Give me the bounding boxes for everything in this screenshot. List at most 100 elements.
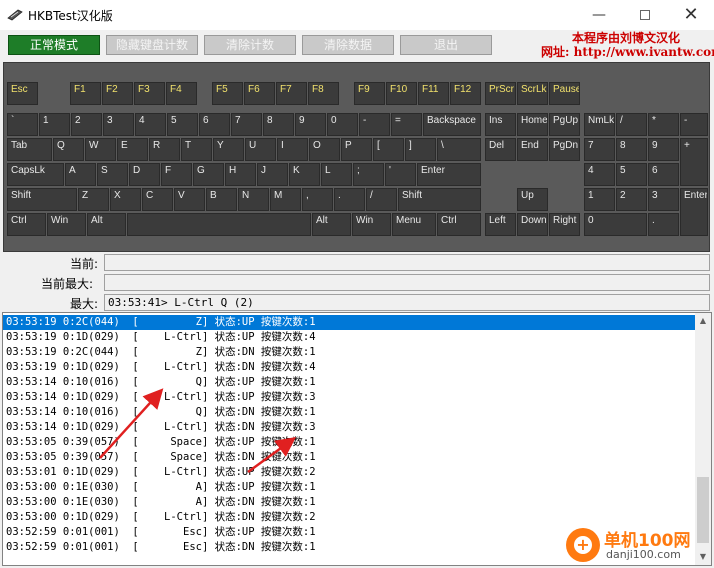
key-f2[interactable]: F2 <box>102 82 133 105</box>
key-8[interactable]: 8 <box>263 113 294 136</box>
key-g[interactable]: G <box>193 163 224 186</box>
log-row[interactable]: 03:53:14 0:1D(029) [ L-Ctrl] 状态:DN 按键次数:… <box>3 420 697 435</box>
key-f11[interactable]: F11 <box>418 82 449 105</box>
log-row[interactable]: 03:53:01 0:1D(029) [ L-Ctrl] 状态:UP 按键次数:… <box>3 465 697 480</box>
key-lctrl[interactable]: Ctrl <box>7 213 46 236</box>
key-lalt[interactable]: Alt <box>87 213 126 236</box>
key-enter[interactable]: Enter <box>417 163 481 186</box>
log-row[interactable]: 03:53:19 0:2C(044) [ Z] 状态:DN 按键次数:1 <box>3 345 697 360</box>
key-f[interactable]: F <box>161 163 192 186</box>
minimize-button[interactable]: — <box>576 0 622 30</box>
key-f12[interactable]: F12 <box>450 82 481 105</box>
key-num-enter[interactable]: Enter <box>680 188 708 236</box>
key-k[interactable]: K <box>289 163 320 186</box>
key-4[interactable]: 4 <box>135 113 166 136</box>
key-f9[interactable]: F9 <box>354 82 385 105</box>
key-a[interactable]: A <box>65 163 96 186</box>
key-minus[interactable]: - <box>359 113 390 136</box>
close-button[interactable]: ✕ <box>668 0 714 30</box>
key-equals[interactable]: = <box>391 113 422 136</box>
key-b[interactable]: B <box>206 188 237 211</box>
log-row[interactable]: 03:53:00 0:1E(030) [ A] 状态:DN 按键次数:1 <box>3 495 697 510</box>
key-f10[interactable]: F10 <box>386 82 417 105</box>
log-row[interactable]: 03:53:14 0:1D(029) [ L-Ctrl] 状态:UP 按键次数:… <box>3 390 697 405</box>
key-lwin[interactable]: Win <box>47 213 86 236</box>
mode-normal-button[interactable]: 正常模式 <box>8 35 100 55</box>
key-period[interactable]: . <box>334 188 365 211</box>
key-ins[interactable]: Ins <box>485 113 516 136</box>
key-c[interactable]: C <box>142 188 173 211</box>
key-num6[interactable]: 6 <box>648 163 679 186</box>
key-z[interactable]: Z <box>78 188 109 211</box>
log-row[interactable]: 03:53:19 0:2C(044) [ Z] 状态:UP 按键次数:1 <box>3 315 697 330</box>
key-lbracket[interactable]: [ <box>373 138 404 161</box>
log-row[interactable]: 03:53:00 0:1D(029) [ L-Ctrl] 状态:DN 按键次数:… <box>3 510 697 525</box>
key-f8[interactable]: F8 <box>308 82 339 105</box>
key-m[interactable]: M <box>270 188 301 211</box>
key-5[interactable]: 5 <box>167 113 198 136</box>
key-num2[interactable]: 2 <box>616 188 647 211</box>
key-rbracket[interactable]: ] <box>405 138 436 161</box>
key-del[interactable]: Del <box>485 138 516 161</box>
key-num-mul[interactable]: * <box>648 113 679 136</box>
key-up[interactable]: Up <box>517 188 548 211</box>
key-num9[interactable]: 9 <box>648 138 679 161</box>
key-left[interactable]: Left <box>485 213 516 236</box>
key-capslk[interactable]: CapsLk <box>7 163 64 186</box>
key-7[interactable]: 7 <box>231 113 262 136</box>
key-l[interactable]: L <box>321 163 352 186</box>
key-i[interactable]: I <box>277 138 308 161</box>
clear-data-button[interactable]: 清除数据 <box>302 35 394 55</box>
clear-count-button[interactable]: 清除计数 <box>204 35 296 55</box>
key-6[interactable]: 6 <box>199 113 230 136</box>
maximize-button[interactable] <box>622 0 668 30</box>
key-e[interactable]: E <box>117 138 148 161</box>
exit-button[interactable]: 退出 <box>400 35 492 55</box>
key-d[interactable]: D <box>129 163 160 186</box>
key-f7[interactable]: F7 <box>276 82 307 105</box>
key-f4[interactable]: F4 <box>166 82 197 105</box>
key-rctrl[interactable]: Ctrl <box>437 213 481 236</box>
scroll-up-icon[interactable]: ▲ <box>695 313 711 329</box>
key-pgup[interactable]: PgUp <box>549 113 580 136</box>
key-f5[interactable]: F5 <box>212 82 243 105</box>
key-w[interactable]: W <box>85 138 116 161</box>
log-row[interactable]: 03:53:00 0:1E(030) [ A] 状态:UP 按键次数:1 <box>3 480 697 495</box>
key-comma[interactable]: , <box>302 188 333 211</box>
key-num3[interactable]: 3 <box>648 188 679 211</box>
key-end[interactable]: End <box>517 138 548 161</box>
key-num5[interactable]: 5 <box>616 163 647 186</box>
key-numlk[interactable]: NmLk <box>584 113 615 136</box>
log-row[interactable]: 03:53:05 0:39(057) [ Space] 状态:UP 按键次数:1 <box>3 435 697 450</box>
mode-hide-count-button[interactable]: 隐藏键盘计数 <box>106 35 198 55</box>
key-esc[interactable]: Esc <box>7 82 38 105</box>
key-x[interactable]: X <box>110 188 141 211</box>
key-num-sub[interactable]: - <box>680 113 708 136</box>
log-row[interactable]: 03:53:05 0:39(057) [ Space] 状态:DN 按键次数:1 <box>3 450 697 465</box>
key-lshift[interactable]: Shift <box>7 188 77 211</box>
key-prscr[interactable]: PrScr <box>485 82 516 105</box>
key-num-div[interactable]: / <box>616 113 647 136</box>
key-num0[interactable]: 0 <box>584 213 647 236</box>
log-row[interactable]: 03:53:19 0:1D(029) [ L-Ctrl] 状态:DN 按键次数:… <box>3 360 697 375</box>
key-2[interactable]: 2 <box>71 113 102 136</box>
log-row[interactable]: 03:53:14 0:10(016) [ Q] 状态:DN 按键次数:1 <box>3 405 697 420</box>
key-rshift[interactable]: Shift <box>398 188 481 211</box>
key-q[interactable]: Q <box>53 138 84 161</box>
key-h[interactable]: H <box>225 163 256 186</box>
key-f3[interactable]: F3 <box>134 82 165 105</box>
key-r[interactable]: R <box>149 138 180 161</box>
key-num7[interactable]: 7 <box>584 138 615 161</box>
key-num-dot[interactable]: . <box>648 213 679 236</box>
key-slash[interactable]: / <box>366 188 397 211</box>
key-9[interactable]: 9 <box>295 113 326 136</box>
key-j[interactable]: J <box>257 163 288 186</box>
key-pause[interactable]: Pause <box>549 82 580 105</box>
key-1[interactable]: 1 <box>39 113 70 136</box>
key-y[interactable]: Y <box>213 138 244 161</box>
key-tab[interactable]: Tab <box>7 138 52 161</box>
key-num8[interactable]: 8 <box>616 138 647 161</box>
key-menu[interactable]: Menu <box>392 213 436 236</box>
key-num-add[interactable]: + <box>680 138 708 186</box>
key-pgdn[interactable]: PgDn <box>549 138 580 161</box>
